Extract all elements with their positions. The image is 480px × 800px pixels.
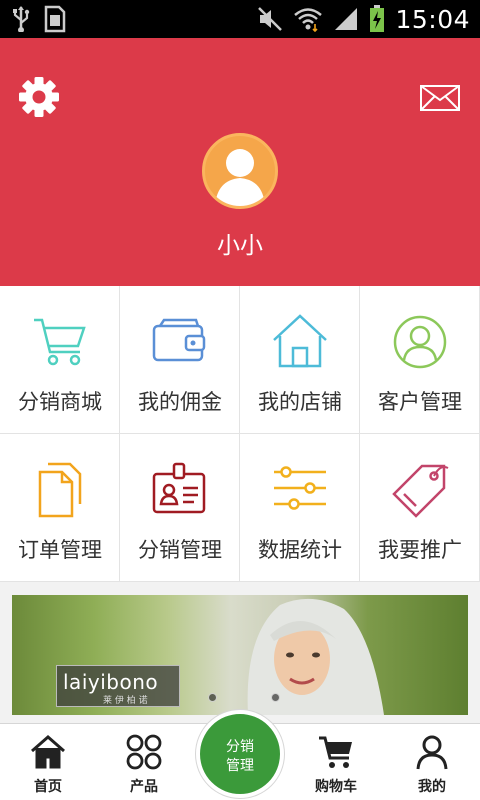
- promo-banner[interactable]: laiyibono 莱 伊 柏 诺: [12, 595, 468, 715]
- grid-item-order-management[interactable]: 订单管理: [0, 434, 120, 582]
- sim-icon: [44, 5, 66, 33]
- status-bar: 15:04: [0, 0, 480, 38]
- person-icon: [416, 735, 448, 770]
- grid-item-label: 订单管理: [18, 538, 102, 562]
- user-silhouette-icon: [215, 149, 265, 206]
- grid-item-distribution-management[interactable]: 分销管理: [120, 434, 240, 582]
- grid-item-label: 数据统计: [258, 538, 342, 562]
- carousel-dot-2[interactable]: [271, 693, 280, 702]
- grid-item-label: 我的店铺: [258, 390, 342, 414]
- usb-icon: [13, 6, 30, 32]
- grid-item-promote[interactable]: 我要推广: [360, 434, 480, 582]
- id-badge-icon: [152, 462, 206, 514]
- nav-mine[interactable]: 我的: [384, 724, 480, 800]
- grid-item-label: 我的佣金: [138, 390, 222, 414]
- gear-icon[interactable]: [18, 76, 60, 118]
- grid-item-my-commission[interactable]: 我的佣金: [120, 286, 240, 434]
- nav-label: 首页: [34, 779, 62, 795]
- status-right: 15:04: [257, 2, 470, 36]
- cart-icon: [319, 736, 352, 768]
- envelope-icon[interactable]: [420, 85, 460, 111]
- wifi-icon: [294, 8, 323, 32]
- signal-icon: [335, 8, 358, 30]
- app-screen: 15:04 小小 分销商城 我的佣金 我的店铺 客户管理 订单管理 分销管理 数…: [0, 0, 480, 800]
- nav-label: 我的: [418, 779, 446, 795]
- status-time: 15:04: [395, 4, 470, 34]
- grid-item-label: 分销商城: [18, 390, 102, 414]
- price-tag-icon: [392, 464, 449, 518]
- nav-label: 购物车: [315, 779, 357, 795]
- documents-icon: [38, 462, 82, 518]
- center-label-line1: 分销: [226, 739, 254, 755]
- center-label-line2: 管理: [226, 758, 254, 774]
- mute-icon: [258, 7, 283, 31]
- brand-name: laiyibono: [63, 670, 159, 694]
- grid-item-label: 我要推广: [378, 538, 462, 562]
- grid-item-label: 客户管理: [378, 390, 462, 414]
- nav-cart[interactable]: 购物车: [288, 724, 384, 800]
- function-grid: 分销商城 我的佣金 我的店铺 客户管理 订单管理 分销管理 数据统计 我要推广: [0, 286, 480, 582]
- shopping-cart-icon: [34, 318, 86, 366]
- grid-item-label: 分销管理: [138, 538, 222, 562]
- status-left: [12, 4, 66, 34]
- nav-label: 产品: [130, 779, 158, 795]
- nav-products[interactable]: 产品: [96, 724, 192, 800]
- brand-logo: laiyibono 莱 伊 柏 诺: [56, 665, 180, 707]
- center-button-label: 分销 管理: [200, 738, 280, 776]
- home-icon: [31, 735, 65, 769]
- avatar[interactable]: [202, 133, 278, 209]
- user-circle-icon: [393, 315, 447, 369]
- center-distribution-management-button[interactable]: 分销 管理: [196, 710, 284, 798]
- grid-item-my-store[interactable]: 我的店铺: [240, 286, 360, 434]
- username: 小小: [217, 233, 263, 259]
- house-icon: [273, 314, 327, 368]
- grid-circles-icon: [126, 734, 162, 770]
- nav-home[interactable]: 首页: [0, 724, 96, 800]
- brand-subtitle: 莱 伊 柏 诺: [103, 696, 148, 706]
- carousel-indicators: [208, 693, 280, 702]
- wallet-icon: [152, 318, 206, 362]
- carousel-dot-1[interactable]: [208, 693, 217, 702]
- grid-item-data-statistics[interactable]: 数据统计: [240, 434, 360, 582]
- grid-item-distribution-mall[interactable]: 分销商城: [0, 286, 120, 434]
- profile-header: 小小: [0, 38, 480, 286]
- grid-item-customer-management[interactable]: 客户管理: [360, 286, 480, 434]
- battery-charging-icon: [370, 5, 385, 32]
- sliders-icon: [274, 466, 326, 510]
